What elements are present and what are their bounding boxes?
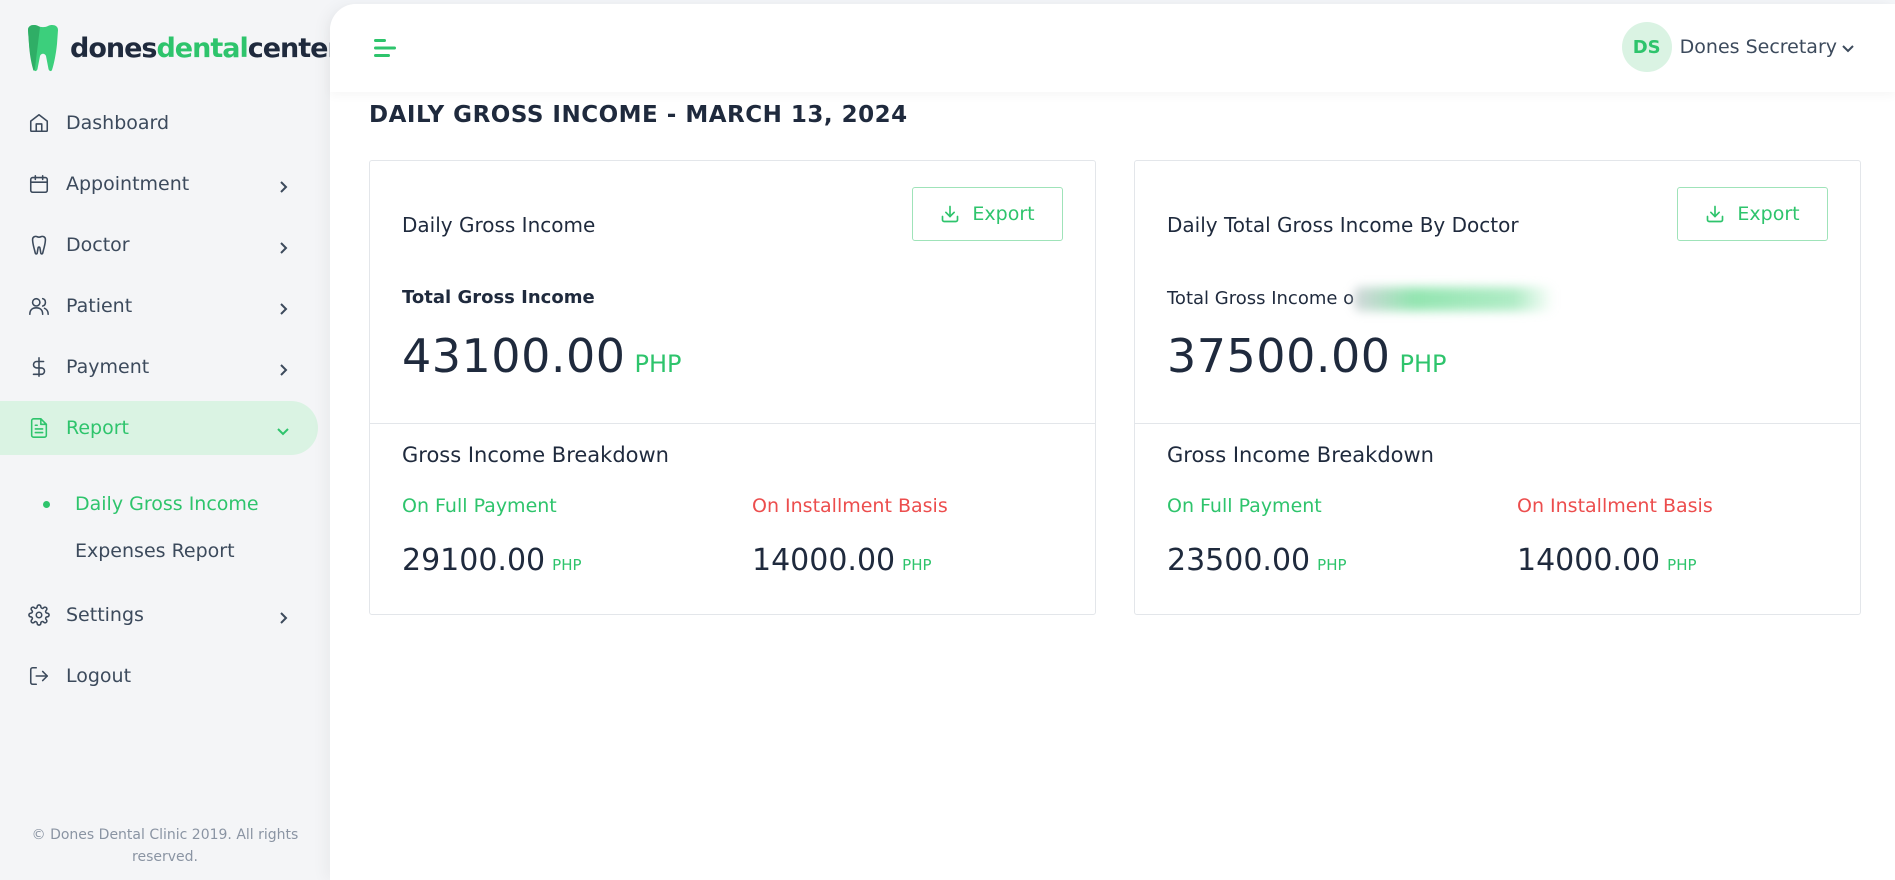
user-name: Dones Secretary [1679, 36, 1837, 58]
installment-label: On Installment Basis [752, 495, 948, 517]
installment-block: On Installment Basis 14000.00 PHP [1517, 495, 1713, 578]
sidebar-item-patient[interactable]: Patient [0, 279, 318, 333]
chevron-right-icon [276, 608, 290, 624]
user-menu[interactable]: DS Dones Secretary [1621, 22, 1855, 72]
sidebar-item-label: Payment [66, 356, 150, 378]
currency-label: PHP [902, 556, 932, 574]
export-button[interactable]: Export [912, 187, 1063, 241]
sidebar-item-label: Appointment [66, 173, 190, 195]
installment-value: 14000.00 PHP [1517, 543, 1713, 578]
download-icon [1707, 205, 1724, 223]
tooth-icon [28, 234, 50, 256]
divider [1135, 423, 1860, 424]
sidebar-subitem-expenses-report[interactable]: Expenses Report [0, 527, 318, 574]
sidebar-item-appointment[interactable]: Appointment [0, 157, 318, 211]
sidebar-item-label: Logout [66, 665, 132, 687]
home-icon [28, 112, 50, 134]
installment-amount: 14000.00 [752, 543, 896, 578]
export-label: Export [972, 203, 1035, 225]
currency-label: PHP [552, 556, 582, 574]
full-payment-label: On Full Payment [402, 495, 557, 517]
sidebar-item-label: Settings [66, 604, 144, 626]
file-text-icon [28, 417, 50, 439]
full-payment-block: On Full Payment 23500.00 PHP [1167, 495, 1347, 578]
gross-income-by-doctor-card: Daily Total Gross Income By Doctor Expor… [1134, 160, 1861, 615]
chevron-right-icon [276, 238, 290, 254]
sidebar-subitem-label: Daily Gross Income [75, 492, 259, 515]
dollar-icon [28, 356, 50, 378]
sidebar-item-label: Dashboard [66, 112, 170, 134]
sidebar: donesdentalcenter Dashboard Appointment … [0, 0, 341, 880]
total-gross-income-label: Total Gross Income o [1167, 287, 1555, 311]
total-gross-income-value: 37500.00 PHP [1167, 329, 1447, 383]
sidebar-item-settings[interactable]: Settings [0, 588, 318, 642]
currency-label: PHP [1399, 350, 1447, 378]
sidebar-item-label: Report [66, 417, 129, 439]
total-amount: 43100.00 [402, 329, 626, 383]
card-title: Daily Total Gross Income By Doctor [1167, 213, 1519, 237]
currency-label: PHP [1317, 556, 1347, 574]
full-payment-amount: 23500.00 [1167, 543, 1311, 578]
currency-label: PHP [634, 350, 682, 378]
chevron-right-icon [276, 177, 290, 193]
full-payment-amount: 29100.00 [402, 543, 546, 578]
chevron-right-icon [276, 299, 290, 315]
breakdown-title: Gross Income Breakdown [1167, 443, 1434, 467]
sidebar-item-logout[interactable]: Logout [0, 649, 318, 703]
download-icon [942, 205, 959, 223]
calendar-icon [28, 173, 50, 195]
brand-part-2: dental [156, 32, 248, 64]
sidebar-item-report[interactable]: Report [0, 401, 318, 455]
full-payment-value: 23500.00 PHP [1167, 543, 1347, 578]
total-amount: 37500.00 [1167, 329, 1391, 383]
full-payment-value: 29100.00 PHP [402, 543, 582, 578]
sidebar-footer: © Dones Dental Clinic 2019. All rights r… [31, 827, 299, 865]
full-payment-label: On Full Payment [1167, 495, 1322, 517]
installment-amount: 14000.00 [1517, 543, 1661, 578]
chevron-right-icon [276, 360, 290, 376]
brand-part-1: dones [70, 32, 157, 64]
sidebar-nav: Dashboard Appointment Doctor Patient Pay… [0, 96, 318, 710]
total-label-text: Total Gross Income o [1167, 288, 1355, 309]
report-submenu: Daily Gross Income Expenses Report [0, 462, 318, 588]
chevron-down-icon [1841, 40, 1855, 54]
sidebar-subitem-label: Expenses Report [75, 539, 235, 562]
brand-logo[interactable]: donesdentalcenter [24, 24, 341, 72]
redacted-doctor-name [1354, 287, 1555, 311]
sidebar-subitem-daily-gross-income[interactable]: Daily Gross Income [0, 480, 318, 527]
chevron-down-icon [276, 421, 290, 436]
currency-label: PHP [1667, 556, 1697, 574]
sidebar-item-label: Doctor [66, 234, 130, 256]
main-content: DS Dones Secretary DAILY GROSS INCOME - … [330, 4, 1895, 880]
export-button[interactable]: Export [1677, 187, 1828, 241]
sidebar-item-label: Patient [66, 295, 133, 317]
tooth-logo-icon [28, 25, 58, 72]
active-dot [43, 500, 50, 508]
page-title: DAILY GROSS INCOME - MARCH 13, 2024 [369, 102, 908, 128]
daily-gross-income-card: Daily Gross Income Export Total Gross In… [369, 160, 1096, 615]
sidebar-item-dashboard[interactable]: Dashboard [0, 96, 318, 150]
sidebar-item-payment[interactable]: Payment [0, 340, 318, 394]
divider [370, 423, 1095, 424]
full-payment-block: On Full Payment 29100.00 PHP [402, 495, 582, 578]
logout-icon [28, 665, 50, 687]
users-icon [28, 295, 50, 317]
brand-part-3: center [247, 32, 341, 64]
installment-value: 14000.00 PHP [752, 543, 948, 578]
gear-icon [28, 604, 50, 626]
menu-toggle-button[interactable] [374, 38, 398, 58]
export-label: Export [1737, 203, 1800, 225]
sidebar-item-doctor[interactable]: Doctor [0, 218, 318, 272]
topbar: DS Dones Secretary [330, 4, 1895, 92]
installment-block: On Installment Basis 14000.00 PHP [752, 495, 948, 578]
total-gross-income-label: Total Gross Income [402, 287, 595, 308]
installment-label: On Installment Basis [1517, 495, 1713, 517]
avatar: DS [1621, 22, 1672, 72]
card-title: Daily Gross Income [402, 213, 596, 237]
menu-icon [374, 39, 396, 57]
breakdown-title: Gross Income Breakdown [402, 443, 669, 467]
total-gross-income-value: 43100.00 PHP [402, 329, 682, 383]
